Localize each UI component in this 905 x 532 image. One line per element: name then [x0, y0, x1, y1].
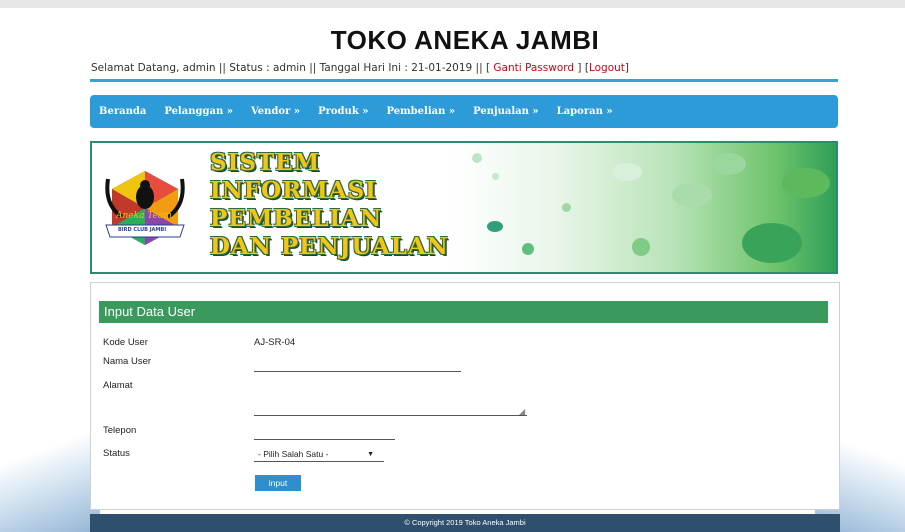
- kode-user-label: Kode User: [103, 337, 148, 348]
- nav-item-produk[interactable]: Produk »: [318, 106, 368, 117]
- banner-bubble: [632, 238, 650, 256]
- ganti-password-link[interactable]: Ganti Password: [493, 62, 574, 74]
- background-decoration-left: [0, 420, 100, 532]
- banner-title: SISTEM INFORMASI PEMBELIAN DAN PENJUALAN: [210, 149, 449, 261]
- main-navbar: Beranda Pelanggan » Vendor » Produk » Pe…: [90, 95, 838, 128]
- nav-item-pembelian[interactable]: Pembelian »: [386, 106, 455, 117]
- nav-item-laporan[interactable]: Laporan »: [557, 106, 613, 117]
- input-user-form: Input Data User Kode User AJ-SR-04 Nama …: [90, 282, 840, 510]
- nama-user-input[interactable]: [254, 358, 461, 372]
- logo-ribbon-text: BIRD CLUB JAMBI: [118, 227, 167, 233]
- nav-item-beranda[interactable]: Beranda: [99, 106, 146, 117]
- banner-bubble: [782, 168, 830, 198]
- alamat-textarea[interactable]: [254, 385, 527, 416]
- status-end: ]: [624, 62, 629, 74]
- telepon-input[interactable]: [254, 426, 395, 440]
- nav-item-vendor[interactable]: Vendor »: [251, 106, 300, 117]
- status-select[interactable]: - Pilih Salah Satu - ▼: [254, 447, 384, 462]
- page-container: TOKO ANEKA JAMBI Selamat Datang, admin |…: [90, 10, 840, 510]
- banner-bubble: [522, 243, 534, 255]
- kode-user-value: AJ-SR-04: [254, 337, 296, 348]
- banner-line: DAN PENJUALAN: [210, 233, 449, 260]
- nav-item-penjualan[interactable]: Penjualan »: [473, 106, 539, 117]
- telepon-label: Telepon: [103, 425, 137, 436]
- header-banner: Aneka Team BIRD CLUB JAMBI SISTEM INFORM…: [90, 141, 838, 274]
- banner-bubble: [487, 221, 503, 232]
- resize-grip-icon[interactable]: ◢: [519, 407, 525, 416]
- banner-line: PEMBELIAN: [210, 205, 383, 232]
- status-selected-value: - Pilih Salah Satu -: [258, 449, 329, 459]
- page-footer: © Copyright 2019 Toko Aneka Jambi: [90, 514, 840, 532]
- bird-club-logo: [105, 171, 185, 245]
- nav-item-pelanggan[interactable]: Pelanggan »: [164, 106, 233, 117]
- alamat-label: Alamat: [103, 380, 133, 391]
- top-edge: [0, 0, 905, 8]
- banner-line: SISTEM: [210, 149, 321, 176]
- nama-user-label: Nama User: [103, 356, 152, 367]
- status-separator: ] [: [574, 62, 589, 74]
- status-label: Status: [103, 448, 130, 459]
- logout-link[interactable]: Logout: [589, 62, 625, 74]
- banner-bubble: [712, 153, 746, 175]
- site-title: TOKO ANEKA JAMBI: [330, 25, 600, 55]
- header-divider: [90, 79, 838, 82]
- banner-bubble: [742, 223, 802, 263]
- banner-bubble: [492, 173, 499, 180]
- logo-text: Aneka Team: [116, 211, 172, 221]
- form-title: Input Data User: [99, 301, 828, 323]
- welcome-text: Selamat Datang, admin || Status : admin …: [91, 62, 494, 74]
- banner-bubble: [612, 163, 642, 181]
- banner-bubble: [472, 153, 482, 163]
- banner-bubble: [562, 203, 571, 212]
- status-line: Selamat Datang, admin || Status : admin …: [90, 60, 840, 76]
- banner-bubble: [672, 183, 712, 207]
- dropdown-arrow-icon: ▼: [367, 450, 374, 458]
- input-submit-button[interactable]: input: [255, 475, 301, 491]
- banner-line: INFORMASI: [210, 177, 377, 204]
